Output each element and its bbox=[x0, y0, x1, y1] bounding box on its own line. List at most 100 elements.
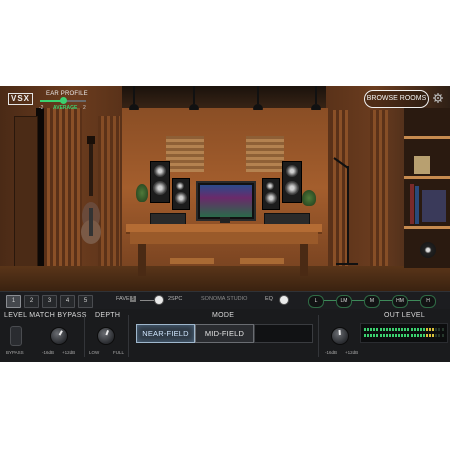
record-sleeve bbox=[422, 190, 446, 222]
shelf bbox=[404, 176, 450, 179]
room-name: SONOMA STUDIO bbox=[201, 296, 248, 302]
preset-5-button[interactable]: 5 bbox=[78, 295, 93, 308]
eq-band-hm[interactable]: HM bbox=[392, 295, 408, 308]
meter-segment bbox=[395, 334, 397, 337]
meter-segment bbox=[419, 334, 422, 337]
meter-segment bbox=[370, 334, 373, 337]
ear-profile-slider[interactable] bbox=[40, 97, 86, 104]
meter-segment bbox=[441, 328, 444, 331]
meter-segment bbox=[370, 328, 373, 331]
ear-profile-max: 2 bbox=[83, 105, 86, 111]
meter-segment bbox=[367, 334, 370, 337]
mode-option-empty[interactable] bbox=[254, 324, 313, 343]
gear-icon[interactable] bbox=[433, 93, 443, 103]
spc-toggle[interactable] bbox=[155, 296, 163, 304]
out-level-knob[interactable] bbox=[331, 327, 349, 345]
level-match-bypass-title: LEVEL MATCH BYPASS bbox=[4, 312, 87, 319]
right-slat-panel-2 bbox=[370, 110, 388, 266]
eq-band-lm[interactable]: LM bbox=[336, 295, 352, 308]
desk-base bbox=[240, 258, 284, 264]
plant bbox=[136, 184, 148, 202]
bypass-label: BYPASS bbox=[6, 350, 24, 355]
ear-profile-label: EAR PROFILE bbox=[46, 91, 88, 97]
eq-band-m[interactable]: M bbox=[364, 295, 380, 308]
meter-segment bbox=[422, 328, 425, 331]
vsx-plugin-window: VSX EAR PROFILE -2 AVERAGE 2 BROWSE ROOM… bbox=[0, 86, 450, 362]
pendant-lamp bbox=[129, 104, 139, 110]
mid-field-button[interactable]: MID-FIELD bbox=[195, 324, 254, 343]
pendant-cord bbox=[133, 86, 135, 104]
out-level-meter bbox=[360, 323, 448, 343]
out-level-title: OUT LEVEL bbox=[384, 312, 426, 319]
spc-line bbox=[140, 300, 154, 301]
bypass-toggle[interactable] bbox=[10, 326, 22, 346]
divider bbox=[128, 315, 129, 357]
pendant-lamp bbox=[311, 104, 321, 110]
eq-label: EQ bbox=[265, 296, 273, 302]
diffuser-left bbox=[166, 136, 204, 172]
meter-segment bbox=[398, 334, 401, 337]
shelf bbox=[404, 136, 450, 139]
meter-segment bbox=[398, 328, 401, 331]
meter-segment bbox=[382, 334, 385, 337]
meter-segment bbox=[373, 334, 376, 337]
meter-segment bbox=[426, 328, 428, 331]
speaker-cone-shelf bbox=[420, 242, 436, 258]
depth-knob[interactable] bbox=[97, 327, 115, 345]
spc-label: 2SPC bbox=[168, 296, 183, 302]
desk-front bbox=[130, 232, 318, 244]
depth-max: FULL bbox=[113, 350, 125, 355]
preset-2-button[interactable]: 2 bbox=[24, 295, 39, 308]
meter-segment bbox=[401, 328, 404, 331]
meter-segment bbox=[404, 328, 407, 331]
shelf bbox=[404, 226, 450, 229]
toolbar: 1 2 3 4 5 FAVE 5 2SPC SONOMA STUDIO EQ L… bbox=[0, 291, 450, 309]
plant bbox=[302, 190, 316, 206]
desk-base bbox=[170, 258, 214, 264]
meter-segment bbox=[429, 334, 432, 337]
pendant-cord bbox=[315, 86, 317, 104]
level-match-max: +12dB bbox=[62, 350, 76, 355]
room-view: VSX EAR PROFILE -2 AVERAGE 2 BROWSE ROOM… bbox=[0, 86, 450, 291]
desk-leg bbox=[300, 244, 308, 276]
vsx-logo: VSX bbox=[8, 93, 33, 105]
preset-3-button[interactable]: 3 bbox=[42, 295, 57, 308]
eq-toggle[interactable] bbox=[280, 296, 288, 304]
meter-segment bbox=[438, 334, 441, 337]
preset-4-button[interactable]: 4 bbox=[60, 295, 75, 308]
meter-segment bbox=[364, 334, 366, 337]
depth-title: DEPTH bbox=[95, 312, 121, 319]
eq-band-l[interactable]: L bbox=[308, 295, 324, 308]
speaker-left-near bbox=[172, 178, 190, 210]
out-level-max: +12dB bbox=[345, 350, 359, 355]
computer-monitor bbox=[196, 181, 256, 221]
ear-profile-value: AVERAGE bbox=[53, 105, 78, 111]
meter-segment bbox=[376, 328, 379, 331]
diffuser-right bbox=[246, 136, 284, 172]
pendant-cord bbox=[193, 86, 195, 104]
pendant-cord bbox=[257, 86, 259, 104]
meter-segment bbox=[413, 334, 416, 337]
eq-band-h[interactable]: H bbox=[420, 295, 436, 308]
meter-segment bbox=[429, 328, 432, 331]
browse-rooms-button[interactable]: BROWSE ROOMS bbox=[364, 90, 429, 108]
near-field-button[interactable]: NEAR-FIELD bbox=[136, 324, 195, 343]
meter-segment bbox=[413, 328, 416, 331]
ear-profile-thumb[interactable] bbox=[59, 97, 67, 104]
control-panel: LEVEL MATCH BYPASS BYPASS -16dB +12dB DE… bbox=[0, 309, 450, 362]
pendant-lamp bbox=[189, 104, 199, 110]
meter-segment bbox=[401, 334, 404, 337]
fave-value[interactable]: 5 bbox=[130, 296, 136, 302]
divider bbox=[84, 315, 85, 357]
meter-segment bbox=[388, 334, 391, 337]
meter-segment bbox=[388, 328, 391, 331]
level-match-knob[interactable] bbox=[50, 327, 68, 345]
meter-segment bbox=[385, 334, 388, 337]
preset-1-button[interactable]: 1 bbox=[6, 295, 21, 308]
meter-segment bbox=[422, 334, 425, 337]
speaker-right-main bbox=[282, 161, 302, 203]
meter-segment bbox=[379, 334, 382, 337]
meter-segment bbox=[435, 334, 438, 337]
meter-segment bbox=[367, 328, 370, 331]
book bbox=[415, 186, 419, 224]
